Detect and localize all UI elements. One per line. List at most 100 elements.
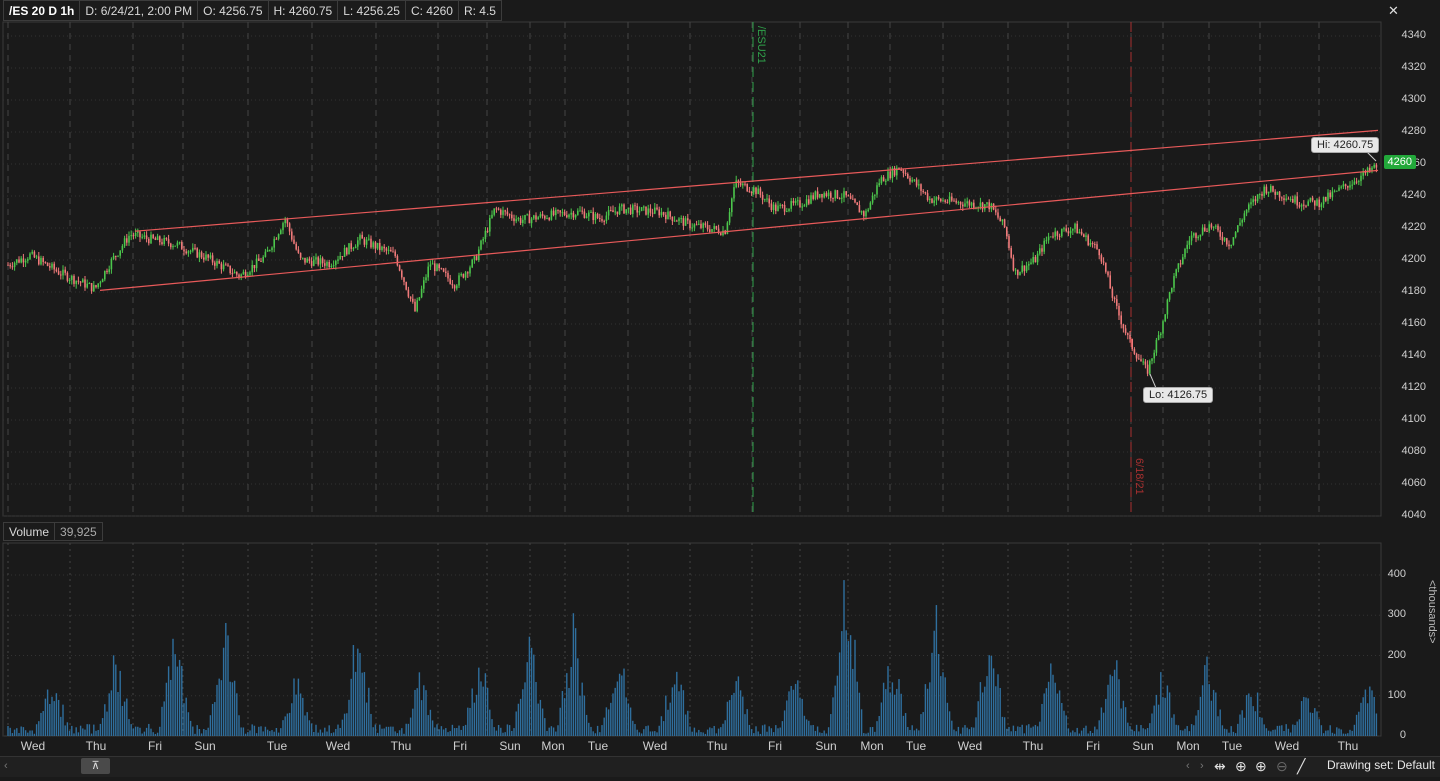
candle-body (82, 279, 84, 283)
volume-bar (1267, 730, 1270, 736)
volume-bar (425, 690, 427, 736)
volume-bar (735, 681, 737, 736)
volume-bar (233, 680, 236, 736)
symbol-label[interactable]: /ES 20 D 1h (3, 0, 81, 21)
chart-canvas[interactable]: /ESU21 6/18/21 (0, 0, 1440, 776)
candle-body (88, 283, 91, 285)
candle-body (436, 264, 438, 272)
volume-bar (207, 727, 209, 736)
volume-bar (152, 732, 154, 736)
volume-bar (632, 720, 634, 736)
chart-stage[interactable]: /ESU21 6/18/21 (0, 0, 1440, 776)
volume-bar (748, 724, 751, 736)
candle-body (654, 207, 656, 214)
candle-body (585, 216, 588, 218)
pan-icon[interactable]: ⇹ (1214, 757, 1226, 775)
volume-bar (1065, 715, 1067, 736)
candle-body (486, 230, 489, 232)
volume-bar (671, 687, 674, 736)
volume-bar (979, 682, 982, 736)
candle-body (627, 207, 630, 210)
volume-bar (440, 726, 443, 736)
candle-body (1305, 205, 1307, 207)
collapse-icon[interactable]: ✕ (1388, 3, 1399, 19)
volume-bar (1052, 674, 1054, 736)
volume-bar (392, 726, 394, 736)
candle-body (79, 281, 82, 283)
zoom-in-icon[interactable]: ⊕ (1255, 757, 1267, 775)
candle-body (759, 188, 762, 195)
drawing-set-label[interactable]: Drawing set: Default (1327, 758, 1435, 772)
volume-bar (1294, 725, 1296, 736)
volume-bar (764, 724, 766, 736)
volume-bar (38, 721, 40, 736)
date-label: D: 6/24/21, 2:00 PM (80, 0, 199, 21)
candle-body (1089, 242, 1092, 246)
candle-body (431, 263, 434, 265)
volume-bar (308, 720, 311, 736)
volume-bar (1347, 733, 1349, 736)
volume-bar (1195, 715, 1197, 736)
volume-bar (1311, 712, 1314, 736)
candle-body (590, 211, 592, 213)
volume-bar (330, 733, 333, 736)
volume-bar (832, 697, 834, 736)
volume-bar (407, 723, 410, 736)
volume-bar (361, 672, 363, 736)
volume-bar (973, 727, 975, 736)
candle-body (368, 238, 370, 240)
time-tick-label: Tue (905, 739, 927, 753)
candle-body (511, 214, 513, 219)
volume-bar (247, 732, 249, 736)
volume-label[interactable]: Volume (3, 522, 56, 541)
zoom-out-icon[interactable]: ⊖ (1276, 757, 1288, 775)
volume-bar (559, 707, 561, 736)
volume-bar (1305, 697, 1307, 736)
volume-bar (119, 670, 121, 736)
candle-body (801, 206, 803, 208)
candle-body (1292, 199, 1294, 203)
volume-bar (891, 682, 894, 736)
volume-bar (306, 712, 308, 736)
volume-bar (75, 727, 77, 736)
candle-body (1063, 228, 1065, 230)
candle-body (68, 279, 71, 281)
scroll-right-small-icon[interactable]: › (1200, 757, 1204, 775)
candle-body (781, 204, 784, 206)
volume-bar (513, 728, 515, 736)
candle-body (772, 204, 775, 210)
volume-bar (229, 681, 231, 736)
volume-bar (577, 658, 579, 736)
candle-body (673, 220, 676, 222)
volume-bar (1276, 725, 1279, 736)
crosshair-icon[interactable]: ⊕ (1235, 757, 1247, 775)
volume-bar (508, 725, 511, 736)
expand-panel-button[interactable]: ⊼ (81, 758, 110, 774)
candle-body (440, 268, 443, 270)
drawing-tool-icon[interactable]: ╱ (1297, 757, 1305, 775)
volume-bar (130, 724, 132, 736)
volume-bar (977, 701, 979, 736)
candle-body (1003, 219, 1006, 228)
candle-body (1261, 193, 1263, 196)
candle-body (447, 273, 449, 279)
candle-body (768, 198, 770, 204)
candle-body (497, 208, 500, 210)
volume-bar (1028, 724, 1030, 736)
volume-bar (1120, 708, 1122, 736)
volume-bar (53, 701, 55, 736)
volume-bar (218, 678, 220, 736)
candle-body (260, 260, 262, 262)
volume-bar (396, 733, 399, 736)
scroll-left-icon[interactable]: ‹ (4, 757, 8, 775)
candle-body (203, 257, 205, 260)
candle-body (1050, 236, 1052, 238)
scroll-left-small-icon[interactable]: ‹ (1186, 757, 1190, 775)
candle-body (1175, 269, 1177, 277)
candle-body (676, 220, 678, 222)
candle-body (579, 210, 581, 212)
volume-bar (658, 725, 660, 736)
volume-bar (108, 693, 110, 736)
volume-bar (1089, 730, 1092, 736)
candle-body (423, 280, 425, 289)
